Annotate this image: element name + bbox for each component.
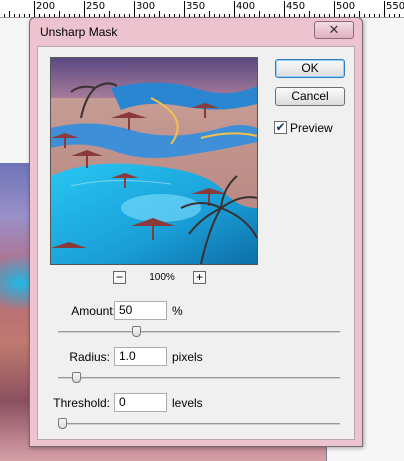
ok-button[interactable]: OK <box>275 59 345 78</box>
radius-slider-thumb[interactable] <box>72 372 81 383</box>
zoom-controls: − 100% + <box>113 271 213 285</box>
ruler-tick <box>4 14 5 17</box>
ruler-tick <box>394 14 395 17</box>
ruler-label: 300 <box>136 1 156 12</box>
minus-icon: − <box>115 270 123 284</box>
ruler-tick <box>364 14 365 17</box>
close-button[interactable]: ✕ <box>314 21 354 39</box>
preview-checkbox[interactable]: ✔ <box>274 121 287 134</box>
dialog-title: Unsharp Mask <box>40 25 118 39</box>
ruler-tick <box>384 1 385 17</box>
threshold-input[interactable]: 0 <box>114 393 167 412</box>
cancel-button[interactable]: Cancel <box>275 87 345 106</box>
dialog-titlebar[interactable]: Unsharp Mask ✕ <box>30 18 362 46</box>
preview-image[interactable] <box>50 57 258 265</box>
ruler-label: 400 <box>236 1 256 12</box>
ruler-tick <box>24 14 25 17</box>
plus-icon: + <box>195 270 203 284</box>
zoom-level: 100% <box>149 272 175 283</box>
amount-slider-thumb[interactable] <box>132 326 141 337</box>
ruler-label: 500 <box>336 1 356 12</box>
amount-slider-track <box>58 331 340 333</box>
radius-slider[interactable] <box>58 372 340 384</box>
radius-slider-track <box>58 377 340 379</box>
zoom-out-button[interactable]: − <box>113 271 126 284</box>
ruler-tick <box>379 14 380 17</box>
amount-input[interactable]: 50 <box>114 301 167 320</box>
ruler-tick <box>19 14 20 17</box>
amount-label: Amount: <box>71 304 116 318</box>
ruler-label: 450 <box>286 1 306 12</box>
zoom-in-button[interactable]: + <box>193 271 206 284</box>
preview-photo <box>51 58 257 264</box>
ruler-tick <box>369 14 370 17</box>
threshold-slider[interactable] <box>58 418 340 430</box>
ruler-tick <box>84 1 85 17</box>
dialog-client-area: − 100% + OK Cancel ✔ Preview Amount: 50 … <box>37 46 355 440</box>
ruler-label: 550 <box>386 1 404 12</box>
threshold-slider-thumb[interactable] <box>58 418 67 429</box>
threshold-unit: levels <box>172 396 203 410</box>
ruler-tick <box>284 1 285 17</box>
ruler-tick <box>334 1 335 17</box>
threshold-label: Threshold: <box>53 396 110 410</box>
ruler-tick <box>399 14 400 17</box>
close-icon: ✕ <box>328 22 340 37</box>
preview-label: Preview <box>290 121 333 135</box>
ruler-label: 250 <box>86 1 106 12</box>
ruler-tick <box>374 14 375 17</box>
horizontal-ruler: 200 250 300 350 400 450 500 550 <box>0 0 404 18</box>
radius-input[interactable]: 1.0 <box>114 347 167 366</box>
amount-slider[interactable] <box>58 326 340 338</box>
ruler-tick <box>234 1 235 17</box>
ruler-label: 200 <box>36 1 56 12</box>
ruler-tick <box>134 1 135 17</box>
radius-unit: pixels <box>172 350 203 364</box>
ruler-tick <box>184 1 185 17</box>
ruler-tick <box>359 11 360 17</box>
radius-label: Radius: <box>69 350 110 364</box>
ruler-tick <box>9 11 10 17</box>
ruler-label: 350 <box>186 1 206 12</box>
ruler-tick <box>29 14 30 17</box>
unsharp-mask-dialog: Unsharp Mask ✕ − 100% + OK Cancel ✔ Prev… <box>29 17 363 447</box>
ruler-tick <box>34 1 35 17</box>
threshold-slider-track <box>58 423 340 425</box>
ruler-tick <box>389 14 390 17</box>
ruler-tick <box>14 14 15 17</box>
amount-unit: % <box>172 304 183 318</box>
